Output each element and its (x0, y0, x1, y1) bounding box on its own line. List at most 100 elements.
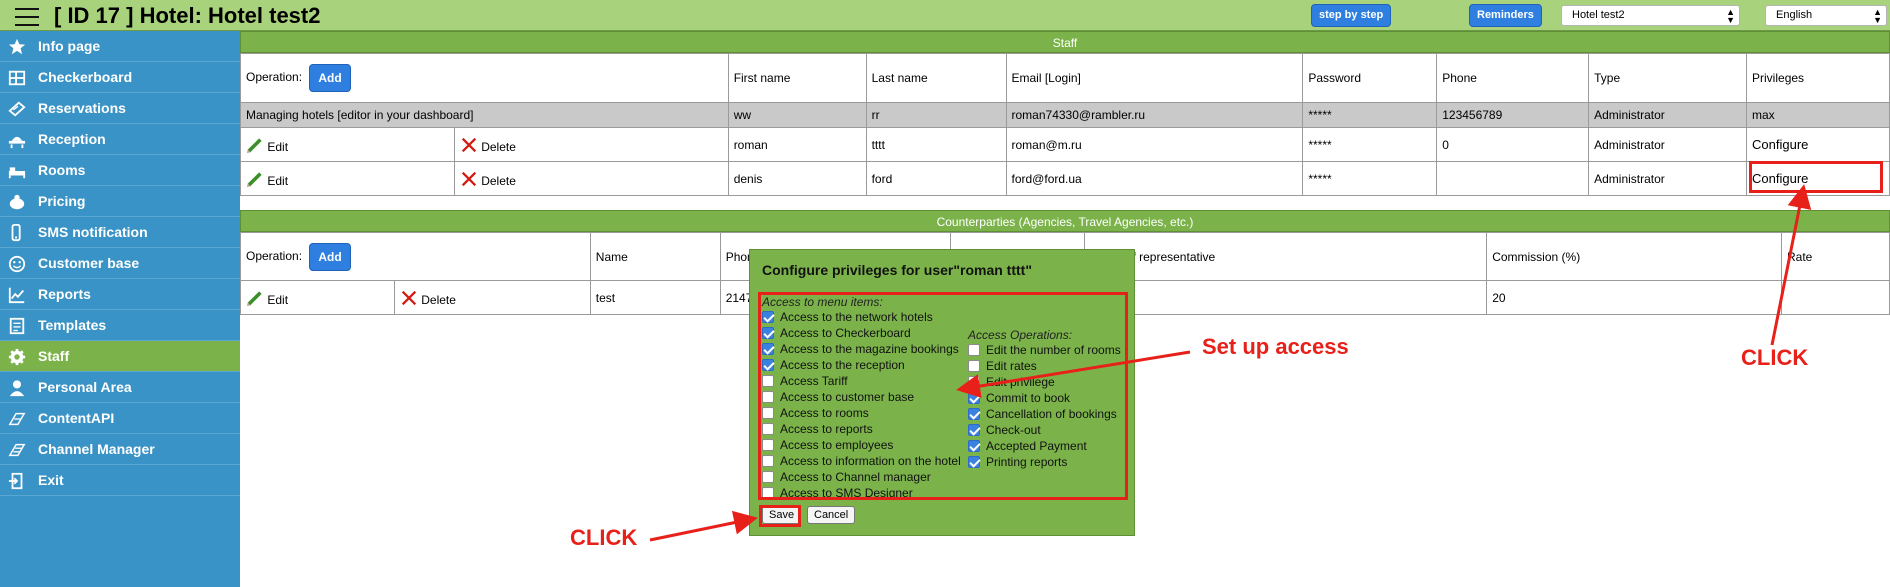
delete-link[interactable]: Delete (481, 140, 516, 154)
table-cell: ***** (1302, 127, 1438, 162)
sidebar-item-staff[interactable]: Staff (0, 341, 240, 372)
grid-icon (8, 70, 26, 86)
managing-hotels-row: Managing hotels [editor in your dashboar… (240, 102, 1890, 128)
click-save-annotation: CLICK (570, 525, 638, 550)
sidebar-item-contentapi[interactable]: ContentAPI (0, 403, 240, 434)
sidebar-item-customer-base[interactable]: Customer base (0, 248, 240, 279)
reminders-button[interactable]: Reminders (1469, 4, 1542, 27)
sidebar-item-label: ContentAPI (38, 410, 115, 426)
chart-icon (8, 287, 25, 304)
sidebar-item-label: Reservations (38, 100, 126, 116)
column-header: Email [Login] (1005, 53, 1304, 103)
add-counterparty-button[interactable]: Add (309, 242, 351, 271)
arrow-save (649, 510, 758, 542)
table-row: Edit Delete roman tttt roman@m.ru ***** … (240, 127, 1890, 162)
language-select-value: English (1776, 9, 1813, 21)
pricing-icon (9, 194, 25, 210)
delete-link[interactable]: Delete (421, 293, 456, 307)
delete-cell[interactable]: Delete (453, 161, 729, 196)
select-caret-icon: ▲ ▼ (1726, 7, 1735, 25)
edit-cell[interactable]: Edit (240, 161, 455, 196)
sidebar-item-exit[interactable]: Exit (0, 465, 240, 496)
sidebar-item-info-page[interactable]: Info page (0, 31, 240, 62)
api-icon (8, 412, 26, 426)
sidebar-item-label: Customer base (38, 255, 140, 271)
sidebar-item-label: Checkerboard (38, 69, 133, 85)
sidebar-item-pricing[interactable]: Pricing (0, 186, 240, 217)
table-cell: roman (727, 127, 867, 162)
sidebar-item-reports[interactable]: Reports (0, 279, 240, 310)
delete-x-icon (461, 137, 476, 152)
operation-label: Operation: (246, 70, 303, 85)
staff-header-row: Operation: Add First name Last name Emai… (240, 53, 1890, 103)
sidebar-item-label: Personal Area (38, 379, 132, 395)
sidebar-item-sms-notification[interactable]: SMS notification (0, 217, 240, 248)
table-cell: ***** (1302, 161, 1438, 196)
managing-hotels-label: Managing hotels [editor in your dashboar… (240, 102, 729, 128)
column-header: Password (1302, 53, 1438, 103)
delete-x-icon (461, 171, 476, 186)
add-staff-button[interactable]: Add (309, 64, 351, 92)
table-cell: ford (865, 161, 1007, 196)
operation-label: Operation: (246, 248, 303, 263)
face-icon (8, 255, 26, 273)
edit-link[interactable]: Edit (267, 174, 288, 188)
sidebar-item-label: Rooms (38, 162, 86, 178)
language-select[interactable]: English ▲ ▼ (1765, 5, 1887, 26)
counterparties-operation-cell: Operation: Add (240, 232, 591, 281)
sidebar-item-templates[interactable]: Templates (0, 310, 240, 341)
edit-cell[interactable]: Edit (240, 127, 455, 162)
sidebar-item-personal-area[interactable]: Personal Area (0, 372, 240, 403)
column-header: Name of representative (1084, 232, 1488, 281)
hamburger-menu-icon[interactable] (15, 8, 39, 26)
column-header: Type (1588, 53, 1748, 103)
edit-link[interactable]: Edit (267, 293, 288, 307)
page-title: [ ID 17 ] Hotel: Hotel test2 (54, 3, 321, 28)
table-cell: Administrator (1588, 127, 1748, 162)
table-cell: denis (727, 161, 867, 196)
sidebar-item-checkerboard[interactable]: Checkerboard (0, 62, 240, 93)
edit-link[interactable]: Edit (267, 140, 288, 154)
exit-icon (8, 472, 23, 490)
template-icon (9, 317, 25, 335)
staff-operation-cell: Operation: Add (240, 53, 729, 103)
reception-icon (8, 136, 26, 149)
table-cell: rr (865, 102, 1007, 128)
table-cell: 123456789 (1436, 102, 1590, 128)
table-cell: test (589, 280, 721, 315)
person-icon (9, 380, 25, 397)
table-cell: max (1746, 102, 1890, 128)
delete-cell[interactable]: Delete (393, 280, 591, 315)
table-cell: ***** (1302, 102, 1438, 128)
cancel-button[interactable]: Cancel (807, 506, 856, 524)
select-caret-icon: ▲ ▼ (1873, 7, 1882, 25)
channel-icon (8, 443, 26, 457)
pencil-icon (246, 171, 262, 187)
hotel-select-value: Hotel test2 (1572, 9, 1625, 21)
privileges-cell: Configure (1746, 127, 1890, 162)
sidebar-item-reservations[interactable]: Reservations (0, 93, 240, 124)
reservation-icon (8, 101, 26, 117)
column-header: Privileges (1746, 53, 1890, 103)
hotel-select[interactable]: Hotel test2 ▲ ▼ (1561, 5, 1740, 26)
delete-cell[interactable]: Delete (453, 127, 729, 162)
sidebar-item-rooms[interactable]: Rooms (0, 155, 240, 186)
setup-access-annotation: Set up access (1202, 334, 1349, 359)
table-cell: tttt (865, 127, 1007, 162)
table-cell (1781, 280, 1890, 315)
pencil-icon (246, 137, 262, 153)
sidebar-item-reception[interactable]: Reception (0, 124, 240, 155)
table-cell: roman@m.ru (1005, 127, 1304, 162)
pencil-icon (246, 290, 262, 306)
column-header: Commission (%) (1486, 232, 1782, 281)
staff-section-header: Staff (240, 31, 1890, 53)
sidebar-item-channel-manager[interactable]: Channel Manager (0, 434, 240, 465)
sms-icon (11, 224, 21, 242)
sidebar-item-label: Exit (38, 472, 64, 488)
delete-link[interactable]: Delete (481, 174, 516, 188)
counterparties-section-header: Counterparties (Agencies, Travel Agencie… (240, 210, 1890, 232)
configure-link[interactable]: Configure (1752, 137, 1808, 152)
edit-cell[interactable]: Edit (240, 280, 395, 315)
table-cell: roman (1084, 280, 1488, 315)
step-by-step-button[interactable]: step by step (1311, 4, 1392, 27)
